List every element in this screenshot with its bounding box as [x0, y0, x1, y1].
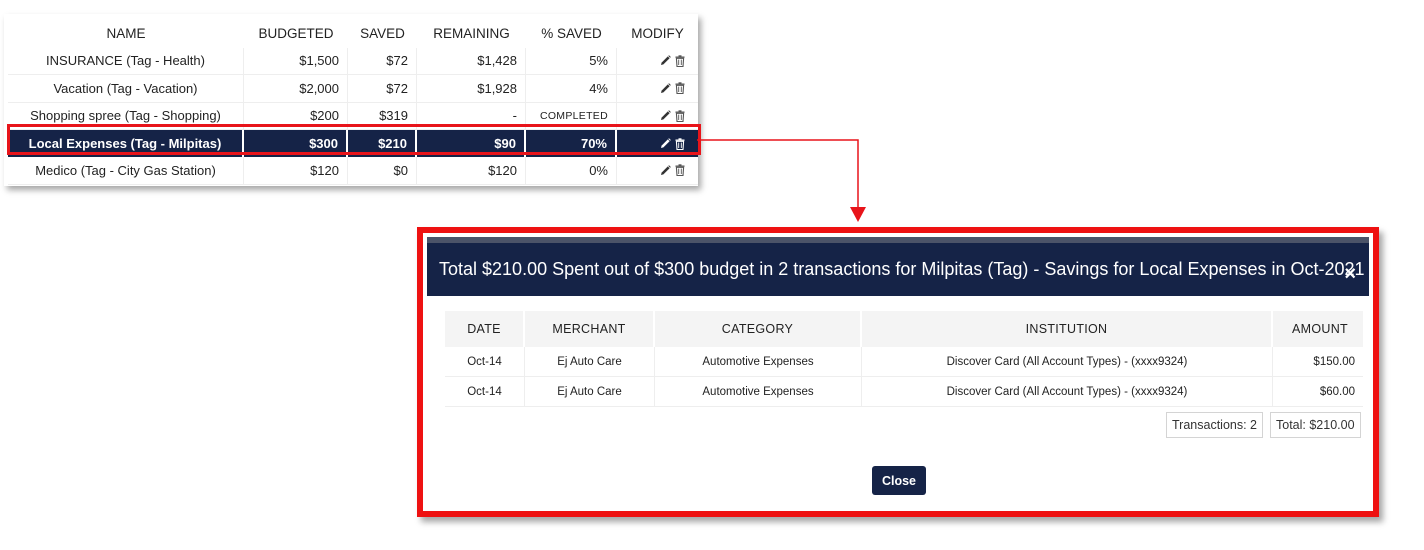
pencil-icon[interactable]: [659, 137, 671, 151]
transactions-modal: Total $210.00 Spent out of $300 budget i…: [417, 227, 1379, 517]
header-category[interactable]: CATEGORY: [655, 311, 862, 347]
trash-icon[interactable]: [674, 109, 686, 123]
trash-icon[interactable]: [674, 163, 686, 177]
close-button[interactable]: Close: [872, 466, 926, 495]
header-amount[interactable]: AMOUNT: [1273, 311, 1363, 347]
budget-remaining: $90: [417, 130, 526, 157]
transaction-row: Oct-14 Ej Auto Care Automotive Expenses …: [445, 347, 1363, 377]
header-modify: MODIFY: [631, 26, 684, 42]
budget-pct-saved: COMPLETED: [526, 102, 617, 130]
header-remaining[interactable]: REMAINING: [417, 20, 526, 48]
total-amount-badge: Total: $210.00: [1270, 412, 1361, 438]
header-name[interactable]: NAME: [8, 20, 244, 48]
budget-pct-saved: 70%: [526, 130, 617, 157]
budget-modify-cell: [617, 48, 698, 75]
close-icon[interactable]: ×: [1344, 264, 1356, 284]
trash-icon[interactable]: [674, 54, 686, 68]
transactions-count-badge: Transactions: 2: [1166, 412, 1263, 438]
budget-row[interactable]: INSURANCE (Tag - Health) $1,500 $72 $1,4…: [8, 47, 698, 75]
transactions-table: DATE MERCHANT CATEGORY INSTITUTION AMOUN…: [445, 311, 1363, 407]
budget-saved: $319: [348, 102, 417, 130]
budget-pct-saved: 4%: [526, 75, 617, 103]
budget-remaining: $120: [417, 157, 526, 185]
transaction-date: Oct-14: [445, 377, 525, 407]
budget-remaining: $1,428: [417, 47, 526, 75]
trash-icon[interactable]: [674, 137, 686, 151]
transactions-table-header: DATE MERCHANT CATEGORY INSTITUTION AMOUN…: [445, 311, 1363, 347]
pencil-icon[interactable]: [659, 81, 671, 95]
budget-row[interactable]: Shopping spree (Tag - Shopping) $200 $31…: [8, 102, 698, 130]
transaction-merchant: Ej Auto Care: [525, 347, 655, 377]
budget-modify-cell: [617, 130, 698, 157]
budget-name: Local Expenses (Tag - Milpitas): [8, 130, 244, 157]
header-budgeted[interactable]: BUDGETED: [244, 20, 348, 48]
transaction-category: Automotive Expenses: [655, 347, 862, 377]
budget-row[interactable]: Medico (Tag - City Gas Station) $120 $0 …: [8, 157, 698, 185]
transactions-table-body: Oct-14 Ej Auto Care Automotive Expenses …: [445, 347, 1363, 407]
budget-modify-cell: [617, 75, 698, 103]
modal-header: Total $210.00 Spent out of $300 budget i…: [427, 237, 1369, 296]
budget-budgeted: $120: [244, 157, 348, 185]
budget-saved: $210: [348, 130, 417, 157]
transaction-institution: Discover Card (All Account Types) - (xxx…: [862, 347, 1273, 377]
pencil-icon[interactable]: [659, 163, 671, 177]
budget-saved: $72: [348, 75, 417, 103]
budget-table-panel: NAME BUDGETED SAVED REMAINING % SAVED MO…: [4, 14, 701, 186]
header-pct-saved[interactable]: % SAVED: [526, 20, 617, 48]
budget-row[interactable]: Vacation (Tag - Vacation) $2,000 $72 $1,…: [8, 75, 698, 103]
header-institution[interactable]: INSTITUTION: [862, 311, 1273, 347]
trash-icon[interactable]: [674, 81, 686, 95]
budget-pct-saved: 5%: [526, 47, 617, 75]
budget-row-selected[interactable]: Local Expenses (Tag - Milpitas) $300 $21…: [8, 130, 698, 157]
header-saved[interactable]: SAVED: [348, 20, 417, 48]
budget-modify-cell: [617, 103, 698, 130]
budget-saved: $0: [348, 157, 417, 185]
budget-table-header: NAME BUDGETED SAVED REMAINING % SAVED MO…: [8, 20, 698, 48]
budget-name: Shopping spree (Tag - Shopping): [8, 102, 244, 130]
budget-remaining: -: [417, 102, 526, 130]
budget-name: INSURANCE (Tag - Health): [8, 47, 244, 75]
budget-saved: $72: [348, 47, 417, 75]
budget-budgeted: $300: [244, 130, 348, 157]
budget-modify-cell: [617, 157, 698, 185]
budget-table: NAME BUDGETED SAVED REMAINING % SAVED MO…: [8, 20, 698, 185]
budget-name: Medico (Tag - City Gas Station): [8, 157, 244, 185]
budget-budgeted: $2,000: [244, 75, 348, 103]
pencil-icon[interactable]: [659, 109, 671, 123]
header-merchant[interactable]: MERCHANT: [525, 311, 655, 347]
transaction-category: Automotive Expenses: [655, 377, 862, 407]
transaction-date: Oct-14: [445, 347, 525, 377]
budget-budgeted: $1,500: [244, 47, 348, 75]
budget-remaining: $1,928: [417, 75, 526, 103]
budget-pct-saved: 0%: [526, 157, 617, 185]
transaction-institution: Discover Card (All Account Types) - (xxx…: [862, 377, 1273, 407]
transaction-amount: $60.00: [1273, 377, 1363, 407]
transaction-merchant: Ej Auto Care: [525, 377, 655, 407]
transaction-row: Oct-14 Ej Auto Care Automotive Expenses …: [445, 377, 1363, 407]
budget-budgeted: $200: [244, 102, 348, 130]
header-date[interactable]: DATE: [445, 311, 525, 347]
budget-table-body: INSURANCE (Tag - Health) $1,500 $72 $1,4…: [8, 47, 698, 185]
budget-name: Vacation (Tag - Vacation): [8, 75, 244, 103]
transaction-amount: $150.00: [1273, 347, 1363, 377]
pencil-icon[interactable]: [659, 54, 671, 68]
modal-title: Total $210.00 Spent out of $300 budget i…: [439, 259, 1365, 279]
